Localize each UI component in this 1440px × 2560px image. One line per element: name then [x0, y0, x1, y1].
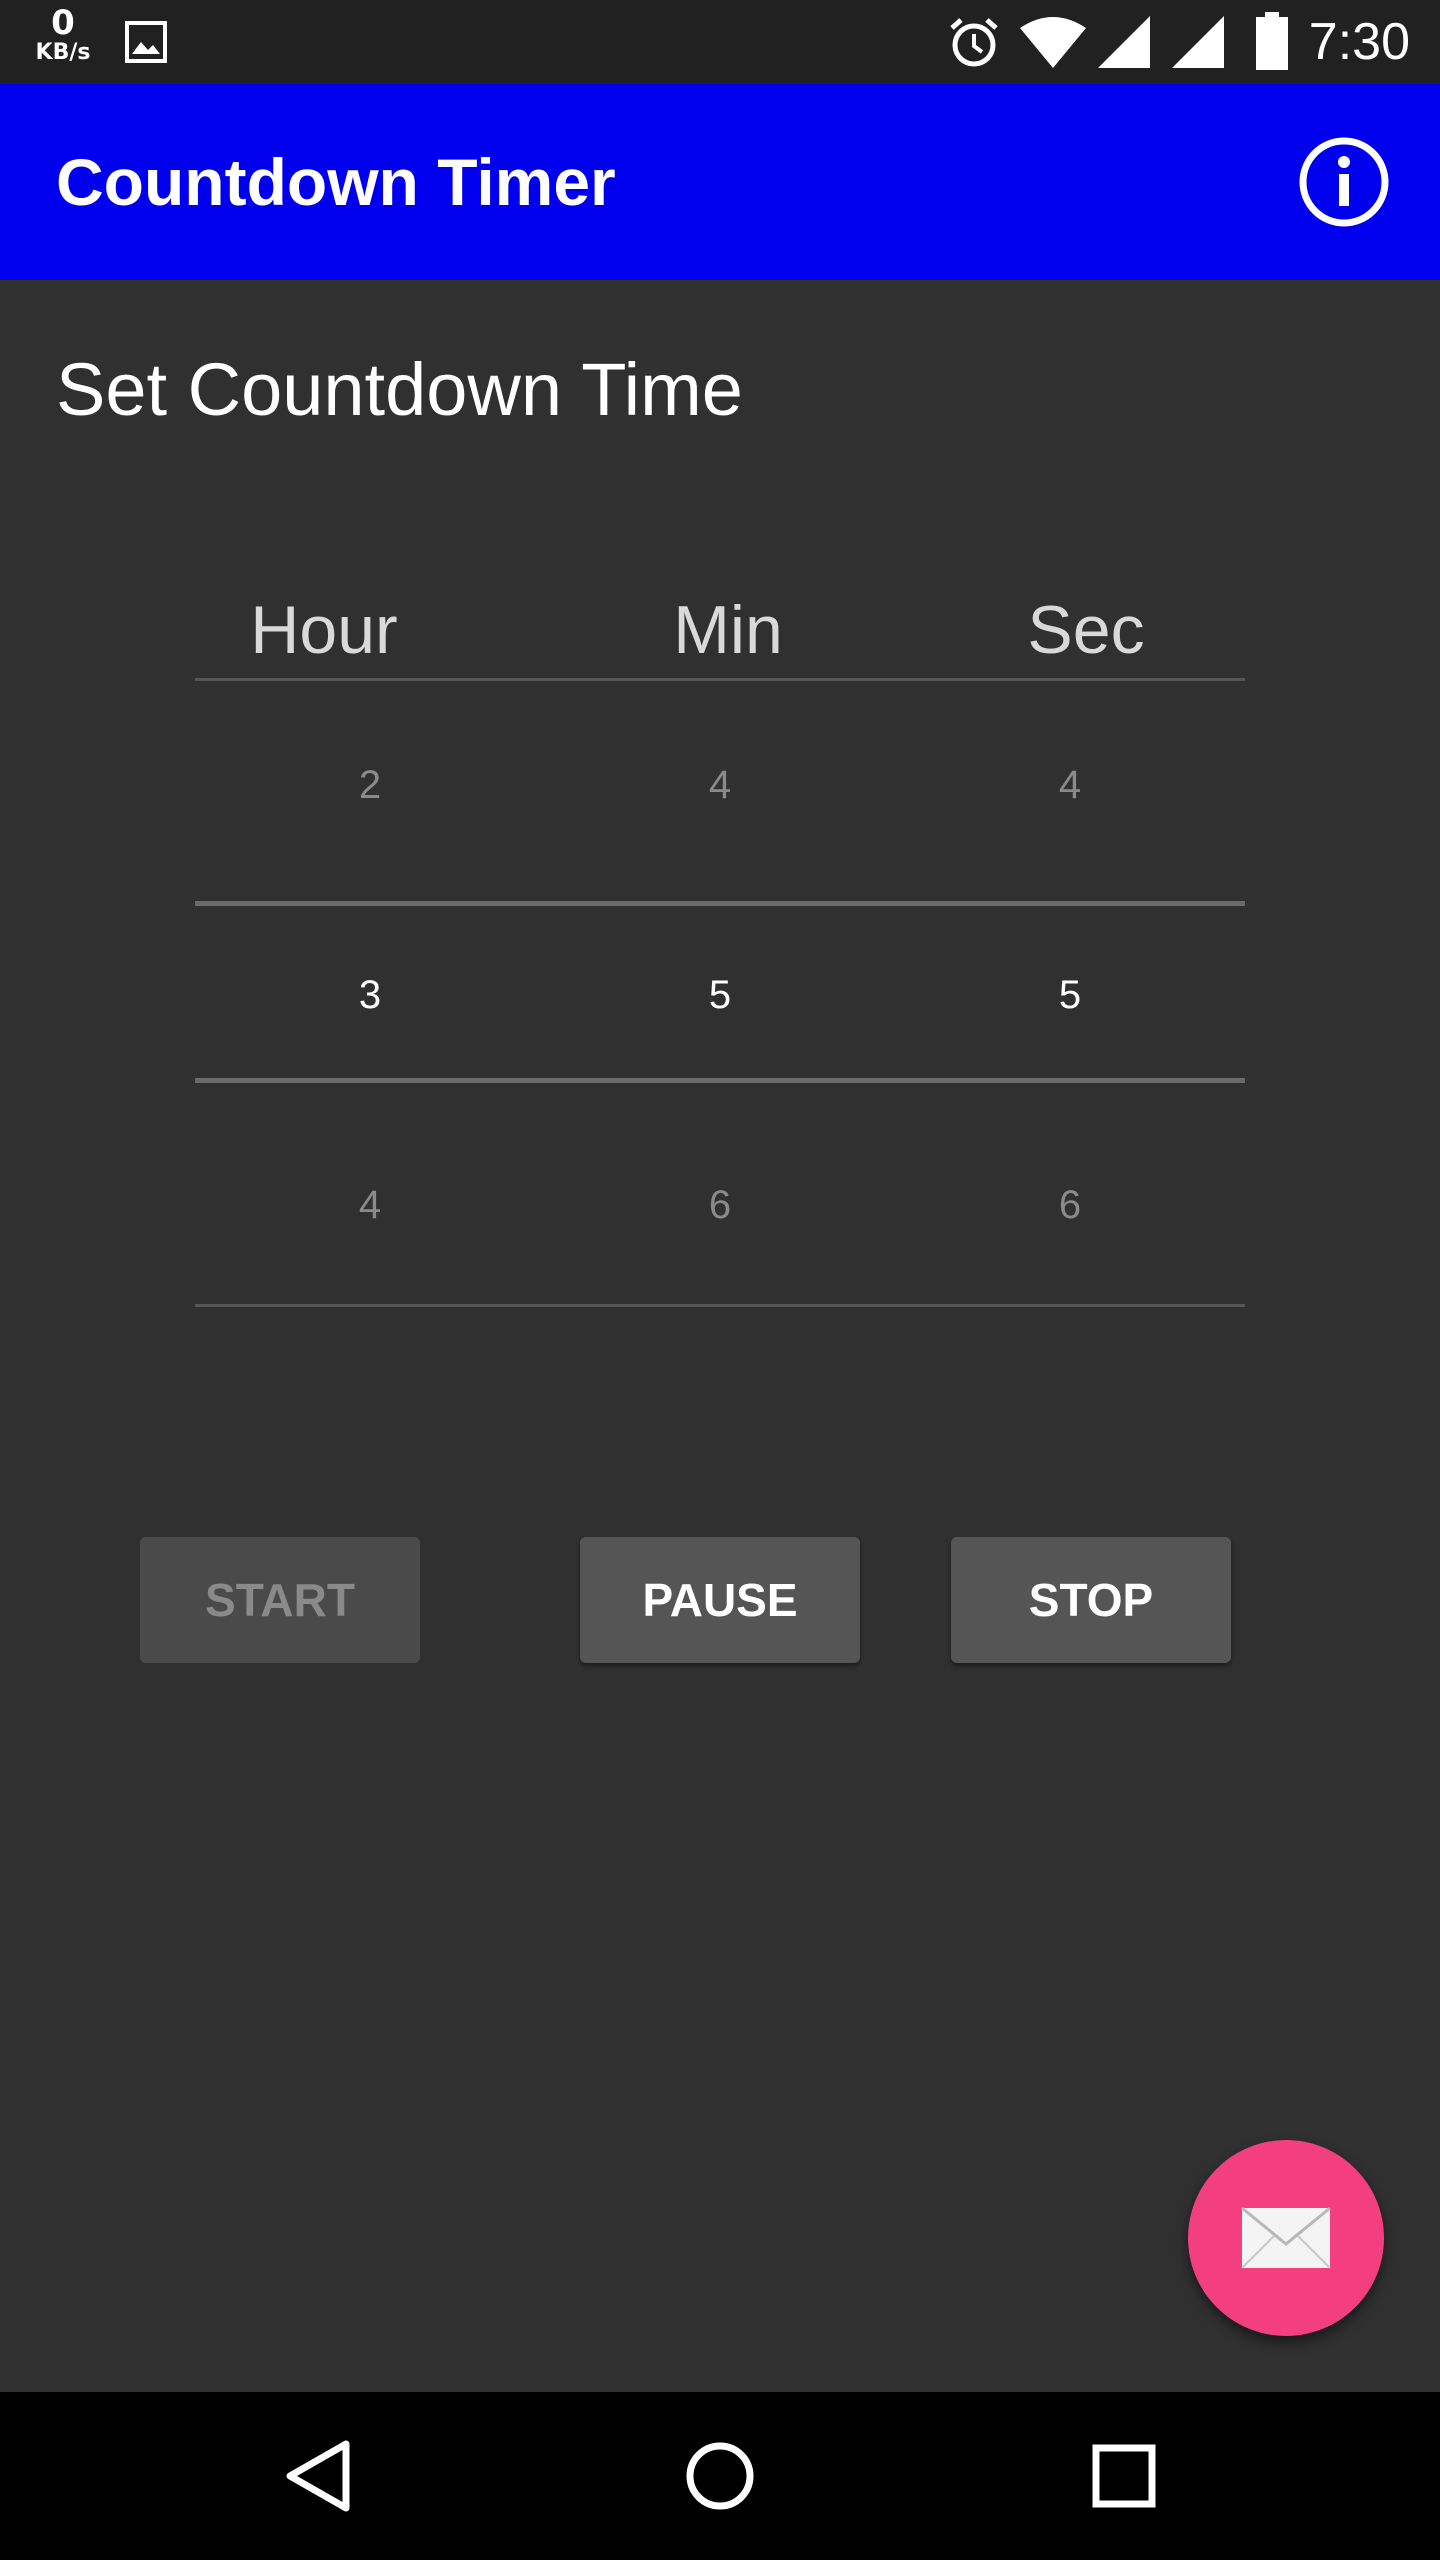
sec-value-below[interactable]: 6 [970, 1180, 1170, 1230]
stop-button[interactable]: STOP [951, 1537, 1231, 1663]
network-speed-indicator: 0 KB/s [26, 6, 100, 64]
selection-bottom-divider [195, 1078, 1245, 1083]
section-title: Set Countdown Time [56, 348, 743, 431]
battery-icon [1256, 12, 1288, 70]
sec-header: Sec [1027, 592, 1145, 668]
selection-top-divider [195, 901, 1245, 906]
wifi-icon [1020, 17, 1086, 68]
min-value-selected[interactable]: 5 [620, 970, 820, 1020]
signal-icon [1098, 16, 1150, 68]
app-bar: Countdown Timer [0, 84, 1440, 280]
sec-value-above[interactable]: 4 [970, 760, 1170, 810]
image-notification-icon [125, 21, 167, 63]
back-icon[interactable] [280, 2436, 356, 2516]
home-icon[interactable] [682, 2436, 758, 2516]
network-speed-unit: KB/s [35, 40, 91, 65]
email-fab-button[interactable] [1188, 2140, 1384, 2336]
picker-bottom-divider [195, 1304, 1245, 1307]
start-button[interactable]: START [140, 1537, 420, 1663]
network-speed-value: 0 [51, 3, 75, 43]
info-icon[interactable] [1298, 136, 1390, 228]
min-value-above[interactable]: 4 [620, 760, 820, 810]
hour-value-below[interactable]: 4 [270, 1180, 470, 1230]
alarm-icon [950, 18, 998, 67]
header-divider [195, 678, 1245, 681]
pause-button[interactable]: PAUSE [580, 1537, 860, 1663]
envelope-icon [1241, 2206, 1331, 2269]
signal-icon [1172, 16, 1224, 68]
min-header: Min [673, 592, 783, 668]
app-title: Countdown Timer [56, 145, 616, 219]
recents-icon[interactable] [1086, 2436, 1162, 2516]
hour-value-above[interactable]: 2 [270, 760, 470, 810]
sec-value-selected[interactable]: 5 [970, 970, 1170, 1020]
hour-value-selected[interactable]: 3 [270, 970, 470, 1020]
navigation-bar [0, 2392, 1440, 2560]
hour-header: Hour [250, 592, 398, 668]
status-bar: 0 KB/s 7:30 [0, 0, 1440, 84]
status-time: 7:30 [1308, 13, 1410, 71]
min-value-below[interactable]: 6 [620, 1180, 820, 1230]
